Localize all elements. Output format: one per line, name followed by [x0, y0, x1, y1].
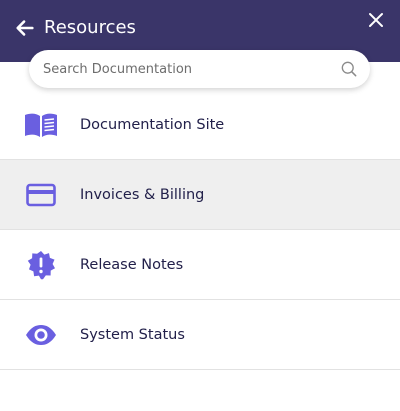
menu-item-label: Release Notes — [80, 257, 184, 273]
resources-menu: Documentation Site Invoices & Billing Re… — [0, 90, 400, 370]
search-box — [29, 50, 370, 88]
arrow-left-icon — [16, 20, 34, 36]
menu-item-release-notes[interactable]: Release Notes — [0, 230, 400, 300]
menu-item-documentation-site[interactable]: Documentation Site — [0, 90, 400, 160]
menu-item-label: System Status — [80, 327, 185, 343]
alert-badge-icon — [24, 250, 58, 280]
credit-card-icon — [24, 180, 58, 210]
menu-item-invoices-billing[interactable]: Invoices & Billing — [0, 160, 400, 230]
resources-panel: Resources Documentation Site — [0, 0, 400, 411]
menu-item-system-status[interactable]: System Status — [0, 300, 400, 370]
menu-item-label: Invoices & Billing — [80, 187, 205, 203]
eye-icon — [24, 320, 58, 350]
back-button[interactable] — [13, 16, 37, 40]
search-input[interactable] — [29, 50, 370, 88]
close-icon — [369, 13, 383, 27]
search-icon[interactable] — [339, 59, 359, 79]
menu-item-label: Documentation Site — [80, 117, 225, 133]
page-title: Resources — [44, 17, 136, 38]
close-button[interactable] — [364, 8, 388, 32]
open-book-icon — [24, 110, 58, 140]
